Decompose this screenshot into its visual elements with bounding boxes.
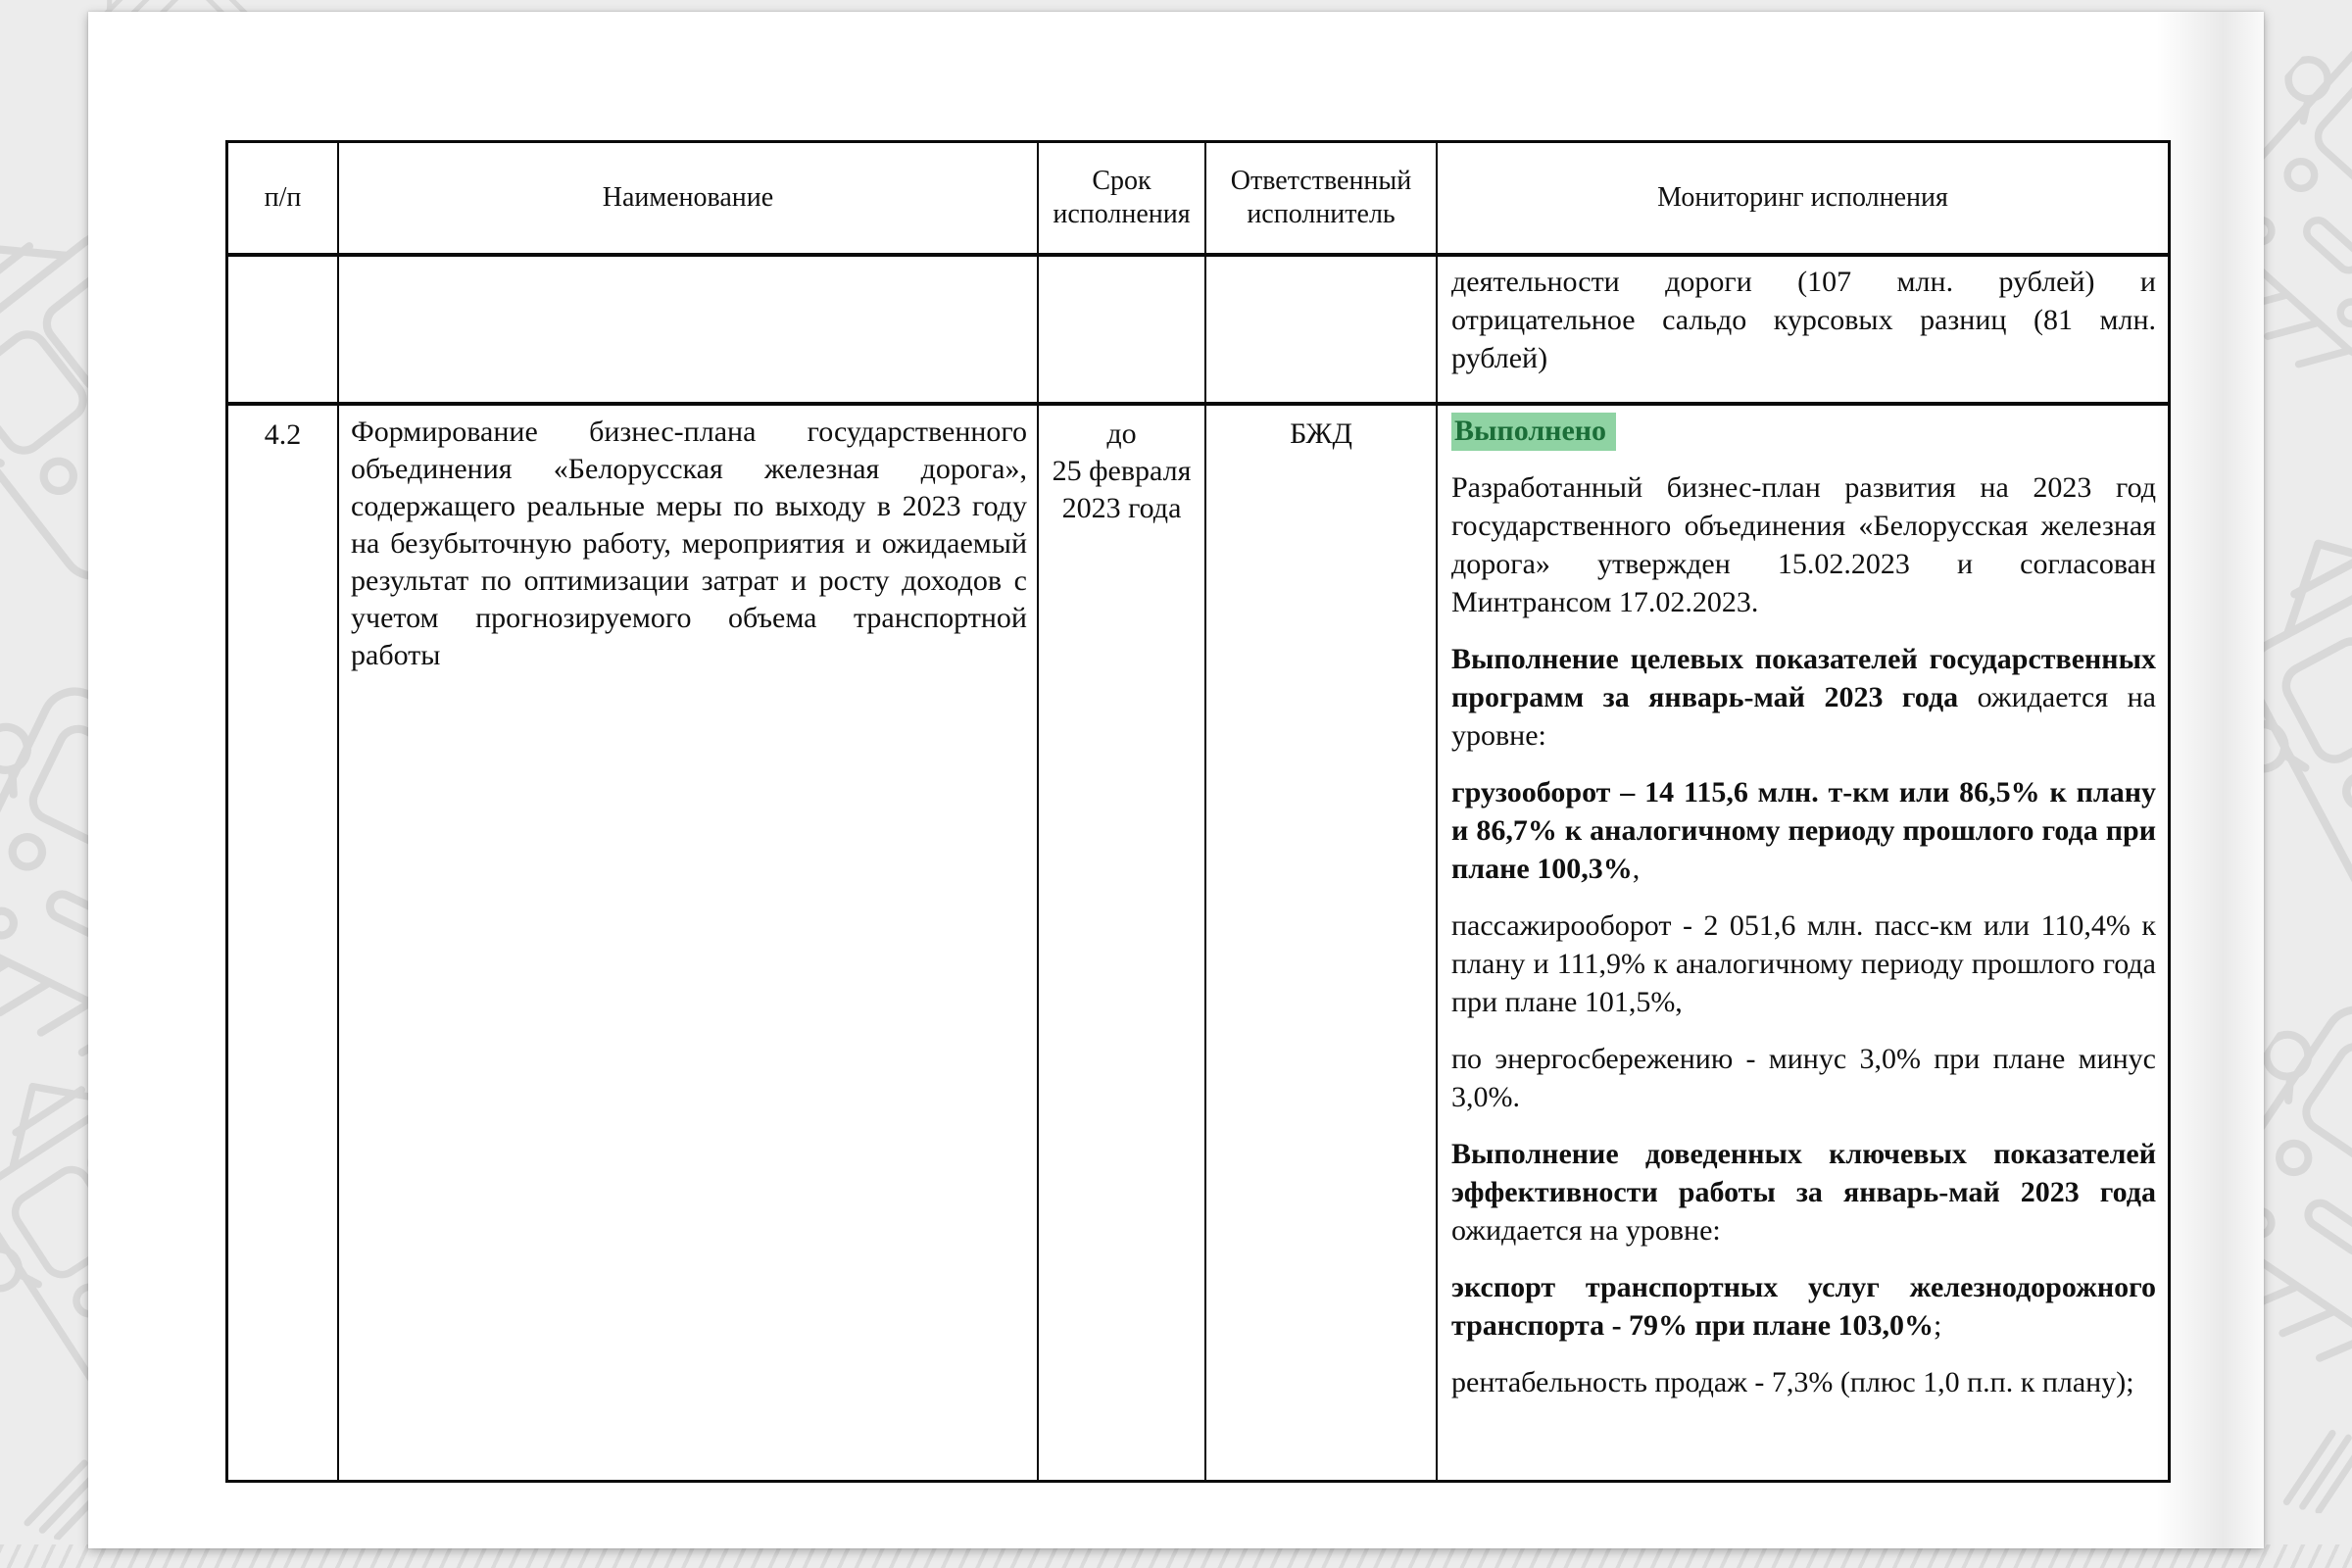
monitoring-paragraph: Разработанный бизнес-план развития на 20… [1451, 468, 2156, 621]
monitoring-paragraph: Выполнение целевых показателей государст… [1451, 640, 2156, 755]
monitoring-paragraph: рентабельность продаж - 7,3% (плюс 1,0 п… [1451, 1363, 2156, 1401]
row2-monitoring-cell: Выполнено Разработанный бизнес-план разви… [1438, 406, 2168, 1480]
header-deadline: Срок исполнения [1039, 143, 1206, 257]
monitoring-table: п/п Наименование Срок исполнения Ответст… [225, 140, 2171, 1483]
row2-deadline-cell: до25 февраля2023 года [1039, 406, 1206, 1480]
monitoring-paragraph: деятельности дороги (107 млн. рублей) и … [1451, 263, 2156, 377]
monitoring-paragraph: Выполнено [1451, 412, 2156, 450]
header-monitoring: Мониторинг исполнения [1438, 143, 2168, 257]
monitoring-paragraph: пассажирооборот - 2 051,6 млн. пасс-км и… [1451, 906, 2156, 1021]
row2-executor-cell: БЖД [1206, 406, 1438, 1480]
row1-executor-cell [1206, 257, 1438, 406]
monitoring-paragraph: по энергосбережению - минус 3,0% при пла… [1451, 1040, 2156, 1116]
header-executor: Ответственный исполнитель [1206, 143, 1438, 257]
page-edge-shadow [2156, 12, 2264, 1548]
row1-deadline-cell [1039, 257, 1206, 406]
row2-name-cell: Формирование бизнес-плана государственно… [339, 406, 1039, 1480]
header-num: п/п [228, 143, 339, 257]
monitoring-paragraph: Выполнение доведенных ключевых показател… [1451, 1135, 2156, 1250]
row2-num-cell: 4.2 [228, 406, 339, 1480]
status-badge: Выполнено [1451, 413, 1616, 451]
monitoring-paragraph: экспорт транспортных услуг железнодорожн… [1451, 1268, 2156, 1345]
row1-monitoring-cell: деятельности дороги (107 млн. рублей) и … [1438, 257, 2168, 406]
hatch-doodle-icon [2264, 1421, 2352, 1514]
row1-num-cell [228, 257, 339, 406]
document-page: п/п Наименование Срок исполнения Ответст… [88, 12, 2264, 1548]
header-name: Наименование [339, 143, 1039, 257]
monitoring-paragraph: грузооборот – 14 115,6 млн. т-км или 86,… [1451, 773, 2156, 888]
row1-name-cell [339, 257, 1039, 406]
background: п/п Наименование Срок исполнения Ответст… [0, 0, 2352, 1568]
